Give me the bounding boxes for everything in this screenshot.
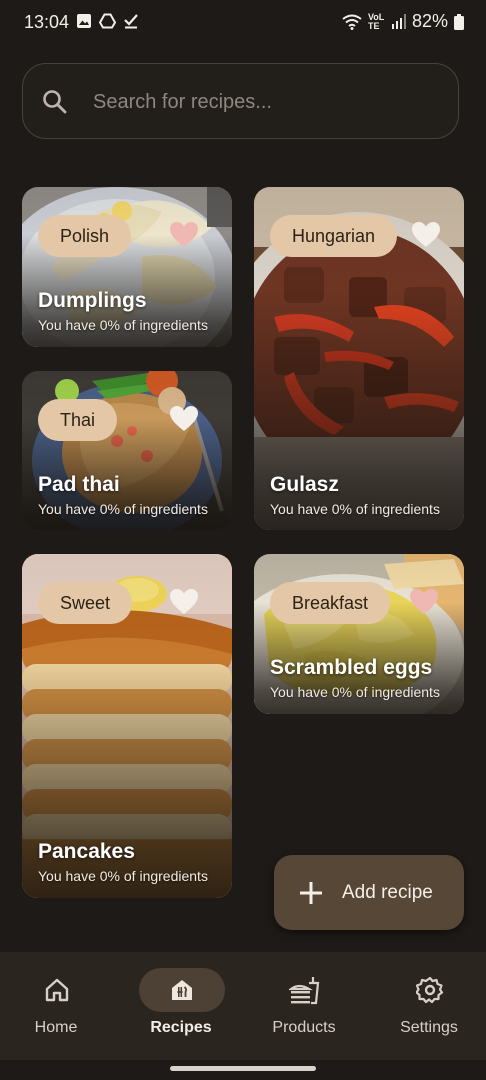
recipe-card-pancakes[interactable]: Sweet Pancakes You have 0% of ingredient…: [22, 554, 232, 898]
category-tag: Hungarian: [270, 215, 398, 257]
recipes-screen: 13:04 VoLTE 82% Search for recipes... Po…: [0, 0, 486, 1080]
nav-pill: [387, 968, 473, 1012]
heart-outline-icon[interactable]: [169, 588, 199, 616]
ingredients-text: You have 0% of ingredients: [270, 501, 440, 517]
search-bar[interactable]: [22, 63, 459, 139]
nav-label: Products: [272, 1019, 336, 1036]
heart-filled-icon[interactable]: [409, 588, 439, 616]
heart-filled-icon[interactable]: [169, 221, 199, 249]
home-icon: [45, 978, 69, 1002]
nav-label: Settings: [400, 1019, 458, 1036]
drive-icon: [99, 13, 116, 29]
search-input[interactable]: [93, 85, 433, 119]
ingredients-text: You have 0% of ingredients: [38, 317, 208, 333]
nav-pill-active: [139, 968, 225, 1012]
search-icon: [43, 90, 67, 114]
nav-label: Home: [34, 1019, 78, 1036]
recipe-title: Dumplings: [38, 289, 147, 312]
recipe-card-scrambled-eggs[interactable]: Breakfast Scrambled eggs You have 0% of …: [254, 554, 464, 714]
bottom-navigation: Home Recipes Products Settings: [0, 952, 486, 1060]
category-tag: Thai: [38, 399, 118, 441]
battery-percentage: 82%: [411, 11, 448, 31]
ingredients-text: You have 0% of ingredients: [270, 684, 440, 700]
category-tag: Breakfast: [270, 582, 391, 624]
heart-outline-icon[interactable]: [169, 405, 199, 433]
recipe-card-dumplings[interactable]: Polish Dumplings You have 0% of ingredie…: [22, 187, 232, 347]
nav-pill: [262, 968, 348, 1012]
nav-item-home[interactable]: Home: [0, 952, 116, 1060]
category-tag: Sweet: [38, 582, 133, 624]
notification-icons: [76, 13, 139, 29]
nav-label: Recipes: [150, 1019, 212, 1036]
nav-item-products[interactable]: Products: [244, 952, 364, 1060]
ingredients-text: You have 0% of ingredients: [38, 868, 208, 884]
recipes-icon: [172, 980, 192, 1000]
heart-outline-icon[interactable]: [411, 221, 441, 249]
volte-label: VoLTE: [367, 11, 385, 31]
products-icon: [289, 977, 320, 1005]
add-recipe-button[interactable]: Add recipe: [274, 855, 464, 930]
wifi-icon: [342, 14, 362, 30]
recipe-card-pad-thai[interactable]: Thai Pad thai You have 0% of ingredients: [22, 371, 232, 530]
nav-item-settings[interactable]: Settings: [369, 952, 486, 1060]
add-recipe-label: Add recipe: [342, 881, 433, 903]
gear-icon: [416, 976, 444, 1004]
recipe-title: Pad thai: [38, 473, 120, 496]
home-indicator[interactable]: [170, 1066, 316, 1071]
check-download-icon: [124, 14, 138, 29]
status-time: 13:04: [24, 12, 70, 32]
nav-pill: [14, 968, 100, 1012]
image-icon: [77, 14, 91, 28]
recipe-title: Scrambled eggs: [270, 656, 433, 679]
status-bar: 13:04 VoLTE 82%: [0, 0, 486, 46]
recipe-card-gulasz[interactable]: Hungarian Gulasz You have 0% of ingredie…: [254, 187, 464, 530]
recipe-title: Gulasz: [270, 473, 339, 496]
nav-item-recipes[interactable]: Recipes: [121, 952, 241, 1060]
signal-icon: [391, 14, 406, 29]
category-tag: Polish: [38, 215, 132, 257]
battery-icon: [454, 13, 464, 30]
plus-icon: [300, 881, 322, 904]
recipe-title: Pancakes: [38, 840, 135, 863]
system-icons: VoLTE 82%: [342, 11, 464, 32]
ingredients-text: You have 0% of ingredients: [38, 501, 208, 517]
